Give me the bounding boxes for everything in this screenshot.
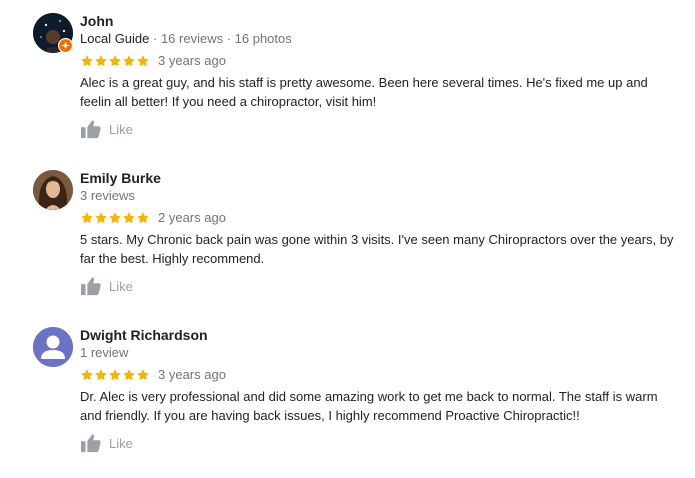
like-button[interactable]: Like — [80, 119, 133, 139]
reviewer-name[interactable]: Emily Burke — [80, 170, 161, 186]
star-icon — [137, 212, 149, 224]
reviewer-name[interactable]: Dwight Richardson — [80, 327, 208, 343]
star-icon — [123, 55, 135, 67]
review-text: Dr. Alec is very professional and did so… — [80, 389, 658, 423]
rating-row: 3 years ago — [80, 53, 226, 69]
thumbs-up-icon — [81, 434, 101, 453]
rating-row: 3 years ago — [80, 367, 226, 383]
reviewer-meta: 3 reviews — [80, 188, 135, 203]
reviewer-meta: Local Guide · 16 reviews · 16 photos — [80, 31, 292, 47]
star-icon — [137, 369, 149, 381]
star-rating — [80, 54, 150, 68]
star-icon — [123, 369, 135, 381]
thumbs-up-icon — [81, 277, 101, 296]
star-icon — [123, 212, 135, 224]
reviewer-name[interactable]: John — [80, 13, 113, 29]
default-user-icon — [33, 327, 73, 367]
reviewer-meta: 1 review — [80, 345, 129, 360]
star-icon — [81, 55, 93, 67]
review-text: Alec is a great guy, and his staff is pr… — [80, 75, 648, 109]
like-label: Like — [109, 278, 133, 294]
star-icon — [109, 55, 121, 67]
review-date: 3 years ago — [158, 53, 226, 68]
avatar[interactable] — [33, 170, 73, 210]
like-button[interactable]: Like — [80, 276, 133, 296]
star-icon — [95, 55, 107, 67]
avatar[interactable] — [33, 327, 73, 367]
star-rating — [80, 211, 150, 225]
local-guide-badge-icon — [58, 38, 73, 53]
star-icon — [95, 212, 107, 224]
star-rating — [80, 368, 150, 382]
star-icon — [81, 212, 93, 224]
star-icon — [109, 369, 121, 381]
like-button[interactable]: Like — [80, 433, 133, 453]
meta-separator: · — [149, 31, 161, 46]
star-icon — [95, 369, 107, 381]
local-guide-label: Local Guide — [80, 31, 150, 46]
rating-row: 2 years ago — [80, 210, 226, 226]
thumbs-up-icon — [81, 120, 101, 139]
star-icon — [137, 55, 149, 67]
star-icon — [81, 369, 93, 381]
review-date: 3 years ago — [158, 367, 226, 382]
like-label: Like — [109, 435, 133, 451]
star-icon — [109, 212, 121, 224]
review-date: 2 years ago — [158, 210, 226, 225]
profile-photo-icon — [33, 170, 73, 210]
like-label: Like — [109, 121, 133, 137]
review-count: 16 reviews · 16 photos — [160, 31, 292, 46]
review-text: 5 stars. My Chronic back pain was gone w… — [80, 232, 674, 266]
